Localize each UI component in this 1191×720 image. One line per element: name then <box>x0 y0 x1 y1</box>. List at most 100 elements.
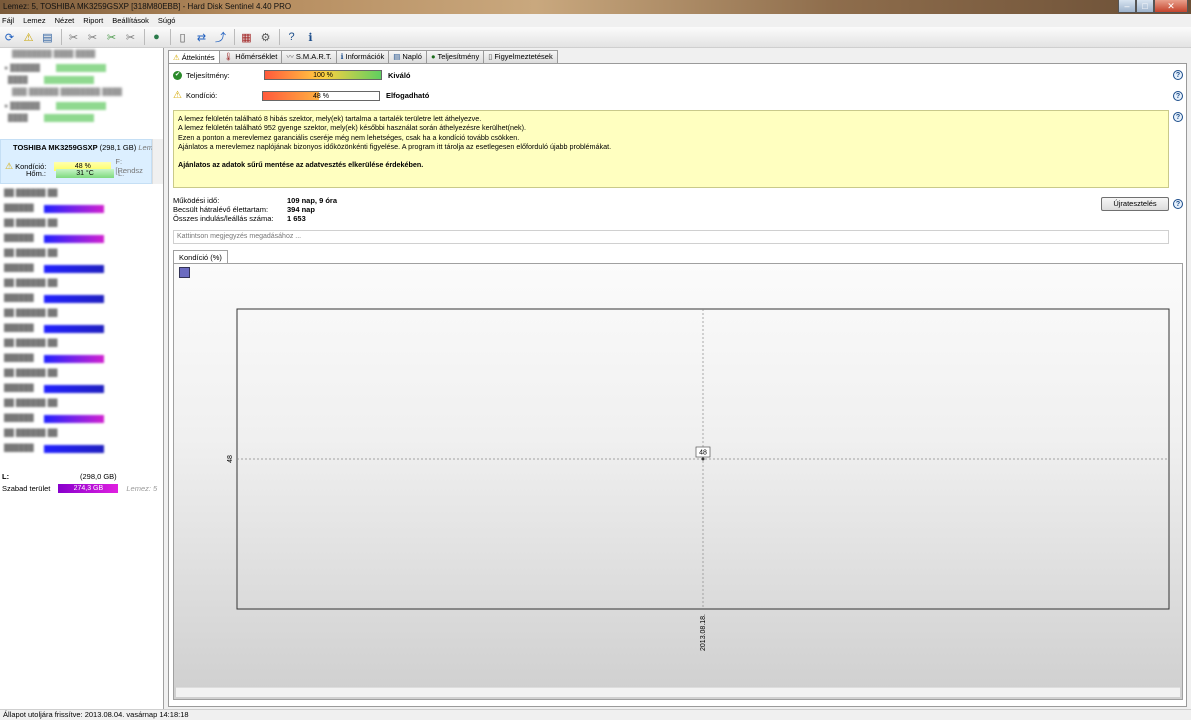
sync-icon[interactable]: ⇄ <box>193 29 210 46</box>
document-icon[interactable]: ▯ <box>174 29 191 46</box>
retest-help-icon[interactable]: ? <box>1173 199 1183 209</box>
sidebar-scrollbar[interactable] <box>152 139 163 184</box>
blurred-partition-row[interactable]: ██████ <box>0 411 164 426</box>
tab-condition-chart[interactable]: Kondíció (%) <box>173 250 228 264</box>
uptime-value: 109 nap, 9 óra <box>287 196 338 205</box>
performance-verdict: Kiváló <box>388 70 411 80</box>
free-space-row: Szabad terület 274,3 GB Lemez: 5 <box>2 484 157 493</box>
title-bar: Lemez: 5, TOSHIBA MK3259GSXP [318M80EBB]… <box>0 0 1191 14</box>
disk-sidebar: ████████ ████ ████ ● ██████ ████ ███ ███… <box>0 48 164 709</box>
tab-performance[interactable]: ● Teljesítmény <box>425 50 485 63</box>
partition-disk-ref: Lemez: 5 <box>126 484 158 493</box>
toolbar-separator <box>61 29 62 45</box>
help-icon[interactable]: ? <box>283 29 300 46</box>
overview-panel: ✔ Teljesítmény: 100 % Kiváló ? ⚠ Kondíci… <box>168 63 1187 707</box>
chart-svg: 48 48 2013.08.18. <box>227 308 1170 651</box>
tool-icon[interactable]: ✂ <box>65 29 82 46</box>
blurred-partition-row[interactable]: ██ ██████ ██ <box>0 216 164 231</box>
menu-disk[interactable]: Lemez <box>23 16 46 25</box>
thermometer-icon: 🌡 <box>223 52 234 61</box>
alert-icon[interactable]: ⚠ <box>20 29 37 46</box>
blurred-partition-row[interactable]: ██ ██████ ██ <box>0 426 164 441</box>
data-label: 48 <box>699 450 707 457</box>
menu-view[interactable]: Nézet <box>55 16 75 25</box>
toolbar-separator <box>234 29 235 45</box>
performance-bar: 100 % <box>264 70 382 80</box>
tab-label: Figyelmeztetések <box>494 52 553 61</box>
maximize-button[interactable]: □ <box>1136 0 1154 13</box>
lifetime-label: Becsült hátralévő élettartam: <box>173 205 269 214</box>
blurred-partition-row[interactable]: ██████ <box>0 381 164 396</box>
tool-icon[interactable]: ✂ <box>84 29 101 46</box>
tab-label: Napló <box>402 52 422 61</box>
info-row: Működési idő: 109 nap, 9 óra <box>173 196 337 205</box>
tab-temperature[interactable]: 🌡 Hőmérséklet <box>218 50 283 63</box>
settings-icon[interactable]: ⚙ <box>257 29 274 46</box>
partition-size: (298,0 GB) <box>80 472 117 481</box>
blurred-partition-row[interactable]: ██████ <box>0 291 164 306</box>
close-button[interactable]: ✕ <box>1154 0 1188 13</box>
blurred-partition-row[interactable]: ██ ██████ ██ <box>0 336 164 351</box>
minimize-button[interactable]: – <box>1118 0 1136 13</box>
health-message-box: A lemez felületén található 8 hibás szek… <box>173 110 1169 188</box>
performance-row: ✔ Teljesítmény: 100 % Kiváló <box>173 70 411 80</box>
selected-disk-card[interactable]: TOSHIBA MK3259GSXP (298,1 GB) Lemez ⚠ Ko… <box>0 139 161 184</box>
tab-information[interactable]: ℹ Információk <box>335 50 390 63</box>
condition-help-icon[interactable]: ? <box>1173 91 1183 101</box>
condition-value: 48 % <box>312 92 329 100</box>
blurred-partition-row[interactable]: ██ ██████ ██ <box>0 186 164 201</box>
blurred-partition-row[interactable]: ██ ██████ ██ <box>0 246 164 261</box>
menu-settings[interactable]: Beállítások <box>112 16 149 25</box>
export-icon[interactable]: ⤴ <box>212 29 229 46</box>
menu-file[interactable]: Fájl <box>2 16 14 25</box>
blurred-disk-row: ████ <box>0 74 163 86</box>
data-point <box>701 457 705 461</box>
blurred-partition-row[interactable]: ██████ <box>0 351 164 366</box>
message-line: Ajánlatos a merevlemez naplójának bizony… <box>178 141 612 151</box>
blurred-partition-row[interactable]: ██████ <box>0 201 164 216</box>
ok-icon: ✔ <box>173 70 182 80</box>
message-help-icon[interactable]: ? <box>1173 112 1183 122</box>
menu-help[interactable]: Súgó <box>158 16 176 25</box>
blurred-partition-row[interactable]: ██ ██████ ██ <box>0 276 164 291</box>
uptime-label: Működési idő: <box>173 196 220 205</box>
tab-label: Információk <box>345 52 385 61</box>
x-tick-label: 2013.08.18. <box>700 614 707 651</box>
document-icon: ▯ <box>488 52 493 61</box>
blurred-disk-row: ████ <box>0 112 163 124</box>
menu-report[interactable]: Riport <box>83 16 103 25</box>
tab-log[interactable]: ▤ Napló <box>388 50 427 63</box>
menu-bar: Fájl Lemez Nézet Riport Beállítások Súgó <box>0 14 1191 27</box>
tab-smart[interactable]: 〰 S.M.A.R.T. <box>281 50 337 63</box>
refresh-icon[interactable]: ⟳ <box>1 29 18 46</box>
blurred-partition-row[interactable]: ██████ <box>0 321 164 336</box>
retest-button[interactable]: Újratesztelés <box>1101 197 1169 211</box>
blurred-partition-row[interactable]: ██████ <box>0 261 164 276</box>
note-input[interactable]: Kattintson megjegyzés megadásához ... <box>173 230 1169 244</box>
blurred-disk-header[interactable]: ███ ██████ ████████ ████ <box>0 86 163 100</box>
blurred-partition-row[interactable]: ██ ██████ ██ <box>0 366 164 381</box>
condition-bar-fill <box>262 91 319 100</box>
chart-scrollbar[interactable] <box>176 687 1180 697</box>
blurred-disk-row: ● ██████ <box>0 100 163 112</box>
blurred-partition-row[interactable]: ██ ██████ ██ <box>0 396 164 411</box>
globe-icon[interactable]: ● <box>148 29 165 46</box>
partition-l[interactable]: L: (298,0 GB) Szabad terület 274,3 GB Le… <box>0 472 164 494</box>
tab-overview[interactable]: ⚠ Áttekintés <box>168 50 220 64</box>
blurred-partition-row[interactable]: ██ ██████ ██ <box>0 306 164 321</box>
report-icon[interactable]: ▤ <box>39 29 56 46</box>
tool-icon[interactable]: ✂ <box>103 29 120 46</box>
temperature-row: Hőm.: 31 °C L: <box>5 169 124 178</box>
save-icon[interactable] <box>179 267 190 278</box>
tab-alerts[interactable]: ▯ Figyelmeztetések <box>483 50 558 63</box>
info-icon[interactable]: ℹ <box>302 29 319 46</box>
blurred-partition-row[interactable]: ██████ <box>0 441 164 456</box>
disk-size: (298,1 GB) <box>99 143 137 152</box>
info-icon: ℹ <box>340 52 344 61</box>
performance-help-icon[interactable]: ? <box>1173 70 1183 80</box>
chart-report-icon[interactable]: ▦ <box>238 29 255 46</box>
tool-icon[interactable]: ✂ <box>122 29 139 46</box>
partition-letter: L: <box>2 472 10 481</box>
blurred-disk-header[interactable]: ████████ ████ ████ <box>0 48 163 62</box>
blurred-partition-row[interactable]: ██████ <box>0 231 164 246</box>
